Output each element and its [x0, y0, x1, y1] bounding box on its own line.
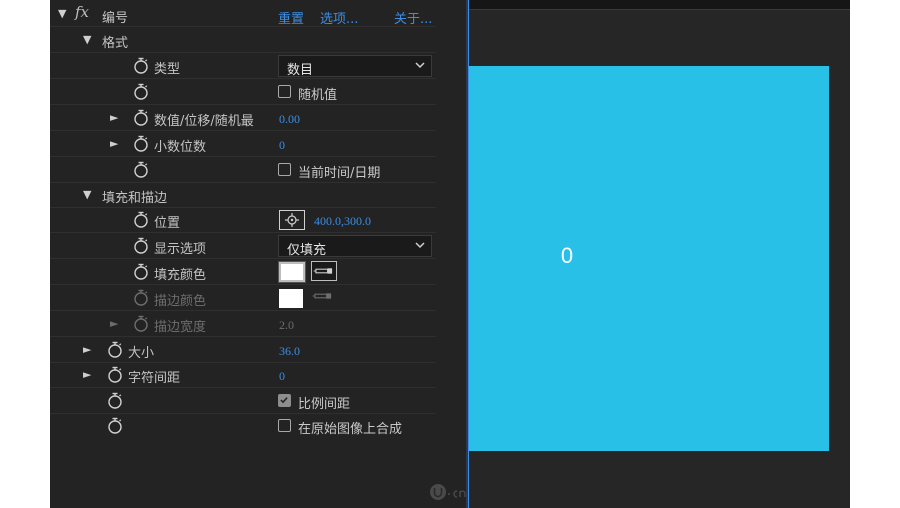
- display-options-dropdown[interactable]: 仅填充: [278, 235, 432, 258]
- stopwatch-icon[interactable]: [133, 135, 149, 152]
- stopwatch-icon[interactable]: [107, 341, 123, 358]
- fill-stroke-group-row: ▼ 填充和描边: [50, 182, 436, 208]
- stopwatch-icon: [133, 289, 149, 306]
- stopwatch-icon: [133, 315, 149, 332]
- composite-checkbox-label: 在原始图像上合成: [298, 422, 403, 437]
- format-group-row: ▼ 格式: [50, 27, 436, 53]
- eyedropper-icon[interactable]: [311, 261, 337, 281]
- current-time-row: 当前时间/日期: [50, 157, 436, 183]
- stroke-color-row: 描边颜色: [50, 285, 436, 311]
- effect-controls-panel: ▼ fx 编号 重置 选项... 关于... ▼ 格式 类型 数目 随机值 ► …: [50, 0, 466, 508]
- size-label: 大小: [128, 346, 155, 361]
- decimals-value[interactable]: 0: [279, 138, 285, 153]
- type-dropdown-value: 数目: [287, 63, 314, 78]
- options-link[interactable]: 选项...: [320, 8, 358, 27]
- collapse-fill-stroke-triangle-icon[interactable]: ▼: [83, 188, 91, 201]
- decimals-label: 小数位数: [154, 140, 207, 155]
- position-crosshair-icon[interactable]: [279, 210, 305, 230]
- current-time-checkbox-label: 当前时间/日期: [298, 166, 381, 181]
- fill-color-label: 填充颜色: [154, 268, 207, 283]
- position-value[interactable]: 400.0,300.0: [314, 214, 371, 229]
- stroke-width-value: 2.0: [279, 318, 294, 332]
- offset-label: 数值/位移/随机最: [154, 114, 254, 129]
- about-link[interactable]: 关于...: [394, 8, 432, 27]
- display-options-row: 显示选项 仅填充: [50, 233, 436, 259]
- tracking-value[interactable]: 0: [279, 369, 285, 384]
- stopwatch-icon[interactable]: [133, 57, 149, 74]
- collapse-effect-triangle-icon[interactable]: ▼: [58, 7, 66, 20]
- watermark-logo-icon: [430, 484, 466, 500]
- position-label: 位置: [154, 216, 181, 231]
- viewer-top-bar: [469, 0, 850, 9]
- composite-row: 在原始图像上合成: [50, 413, 436, 438]
- tracking-row: ► 字符间距 0: [50, 362, 436, 388]
- fill-color-row: 填充颜色: [50, 259, 436, 285]
- fill-stroke-group-label: 填充和描边: [102, 191, 168, 206]
- random-checkbox[interactable]: [278, 85, 291, 98]
- stroke-width-row: ► 描边宽度 2.0: [50, 311, 436, 337]
- checkmark-icon: [279, 395, 289, 405]
- proportional-row: 比例间距: [50, 388, 436, 414]
- size-row: ► 大小 36.0: [50, 337, 436, 363]
- type-dropdown[interactable]: 数目: [278, 55, 432, 78]
- expand-stroke-width-triangle-icon: ►: [110, 317, 119, 330]
- effect-name: 编号: [102, 11, 129, 26]
- chevron-down-icon: [413, 238, 427, 252]
- size-value[interactable]: 36.0: [279, 344, 300, 359]
- reset-link[interactable]: 重置: [278, 8, 304, 27]
- offset-row: ► 数值/位移/随机最 0.00: [50, 105, 436, 131]
- fill-color-swatch[interactable]: [278, 261, 306, 283]
- expand-decimals-triangle-icon[interactable]: ►: [110, 137, 118, 150]
- eyedropper-icon: [311, 287, 337, 307]
- effect-header-row: ▼ fx 编号 重置 选项... 关于...: [50, 1, 436, 27]
- expand-tracking-triangle-icon[interactable]: ►: [83, 368, 91, 381]
- fx-icon[interactable]: fx: [75, 3, 89, 21]
- proportional-checkbox[interactable]: [278, 394, 291, 407]
- stroke-width-label: 描边宽度: [154, 320, 207, 335]
- composition-canvas[interactable]: 0: [469, 66, 829, 451]
- current-time-checkbox[interactable]: [278, 163, 291, 176]
- composite-checkbox[interactable]: [278, 419, 291, 432]
- decimals-row: ► 小数位数 0: [50, 131, 436, 157]
- canvas-number-text: 0: [560, 243, 574, 268]
- expand-size-triangle-icon[interactable]: ►: [83, 343, 91, 356]
- stroke-color-swatch: [279, 289, 303, 308]
- stopwatch-icon[interactable]: [107, 417, 123, 434]
- proportional-checkbox-label: 比例间距: [298, 397, 351, 412]
- composition-viewer: 0: [469, 0, 850, 508]
- display-options-label: 显示选项: [154, 242, 207, 257]
- stopwatch-icon[interactable]: [133, 211, 149, 228]
- stopwatch-icon[interactable]: [107, 366, 123, 383]
- stopwatch-icon[interactable]: [133, 161, 149, 178]
- stopwatch-icon[interactable]: [133, 237, 149, 254]
- stroke-color-label: 描边颜色: [154, 294, 207, 309]
- viewer-top-divider: [469, 9, 850, 10]
- stopwatch-icon[interactable]: [133, 263, 149, 280]
- format-group-label: 格式: [102, 36, 129, 51]
- collapse-format-triangle-icon[interactable]: ▼: [83, 33, 91, 46]
- expand-offset-triangle-icon[interactable]: ►: [110, 111, 118, 124]
- chevron-down-icon: [413, 58, 427, 72]
- stopwatch-icon[interactable]: [133, 83, 149, 100]
- stopwatch-icon[interactable]: [107, 392, 123, 409]
- random-checkbox-label: 随机值: [298, 88, 338, 103]
- type-label: 类型: [154, 62, 181, 77]
- stopwatch-icon[interactable]: [133, 109, 149, 126]
- display-options-dropdown-value: 仅填充: [287, 243, 327, 258]
- type-row: 类型 数目: [50, 53, 436, 79]
- position-row: 位置 400.0,300.0: [50, 207, 436, 233]
- offset-value[interactable]: 0.00: [279, 112, 300, 127]
- random-row: 随机值: [50, 79, 436, 105]
- tracking-label: 字符间距: [128, 371, 181, 386]
